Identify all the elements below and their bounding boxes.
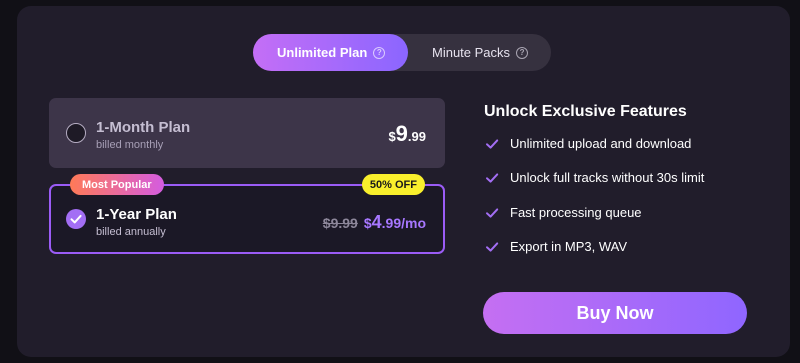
tab-minute-packs-label: Minute Packs bbox=[432, 45, 511, 60]
price-main: 9 bbox=[395, 121, 408, 146]
tab-minute-packs[interactable]: Minute Packs ? bbox=[410, 34, 551, 71]
tab-unlimited-plan[interactable]: Unlimited Plan ? bbox=[253, 34, 408, 71]
check-circle-icon[interactable] bbox=[66, 209, 86, 229]
tab-unlimited-plan-label: Unlimited Plan bbox=[277, 45, 368, 60]
help-circle-icon[interactable]: ? bbox=[516, 46, 529, 59]
plan-price: $9.99 bbox=[388, 121, 426, 147]
price-cents: .99/mo bbox=[381, 215, 426, 231]
feature-label: Unlock full tracks without 30s limit bbox=[510, 170, 705, 185]
checkmark-icon bbox=[70, 214, 82, 224]
help-circle-icon[interactable]: ? bbox=[373, 46, 386, 59]
feature-label: Unlimited upload and download bbox=[510, 136, 692, 151]
plan-billing: billed monthly bbox=[96, 139, 164, 151]
check-icon bbox=[486, 207, 499, 218]
plan-billing: billed annually bbox=[96, 226, 166, 238]
check-icon bbox=[486, 172, 499, 183]
price-cents: .99 bbox=[407, 129, 426, 144]
feature-item: Unlock full tracks without 30s limit bbox=[485, 170, 704, 185]
radio-empty-icon[interactable] bbox=[66, 123, 86, 143]
plan-option-monthly[interactable]: 1-Month Plan billed monthly $9.99 bbox=[49, 98, 445, 168]
plan-name: 1-Month Plan bbox=[96, 119, 191, 136]
discount-badge: 50% OFF bbox=[361, 174, 425, 195]
price-currency: $ bbox=[363, 215, 372, 231]
feature-label: Fast processing queue bbox=[510, 205, 642, 220]
check-icon bbox=[486, 241, 499, 252]
plan-price: $9.99 $4.99/mo bbox=[323, 212, 426, 233]
feature-item: Unlimited upload and download bbox=[485, 136, 691, 151]
most-popular-badge: Most Popular bbox=[70, 174, 164, 195]
plan-name: 1-Year Plan bbox=[96, 206, 177, 223]
plan-type-tabs: Unlimited Plan ? Minute Packs ? bbox=[253, 34, 551, 71]
old-price: $9.99 bbox=[322, 215, 358, 231]
plan-option-yearly[interactable]: Most Popular 50% OFF 1-Year Plan billed … bbox=[49, 174, 445, 254]
buy-now-button[interactable]: Buy Now bbox=[483, 292, 747, 334]
price-main: 4 bbox=[371, 212, 382, 232]
feature-item: Export in MP3, WAV bbox=[485, 239, 627, 254]
feature-item: Fast processing queue bbox=[485, 205, 642, 220]
new-price: $4.99/mo bbox=[363, 212, 426, 232]
price-currency: $ bbox=[388, 129, 396, 144]
features-title: Unlock Exclusive Features bbox=[484, 103, 687, 120]
check-icon bbox=[486, 138, 499, 149]
feature-label: Export in MP3, WAV bbox=[510, 239, 628, 254]
